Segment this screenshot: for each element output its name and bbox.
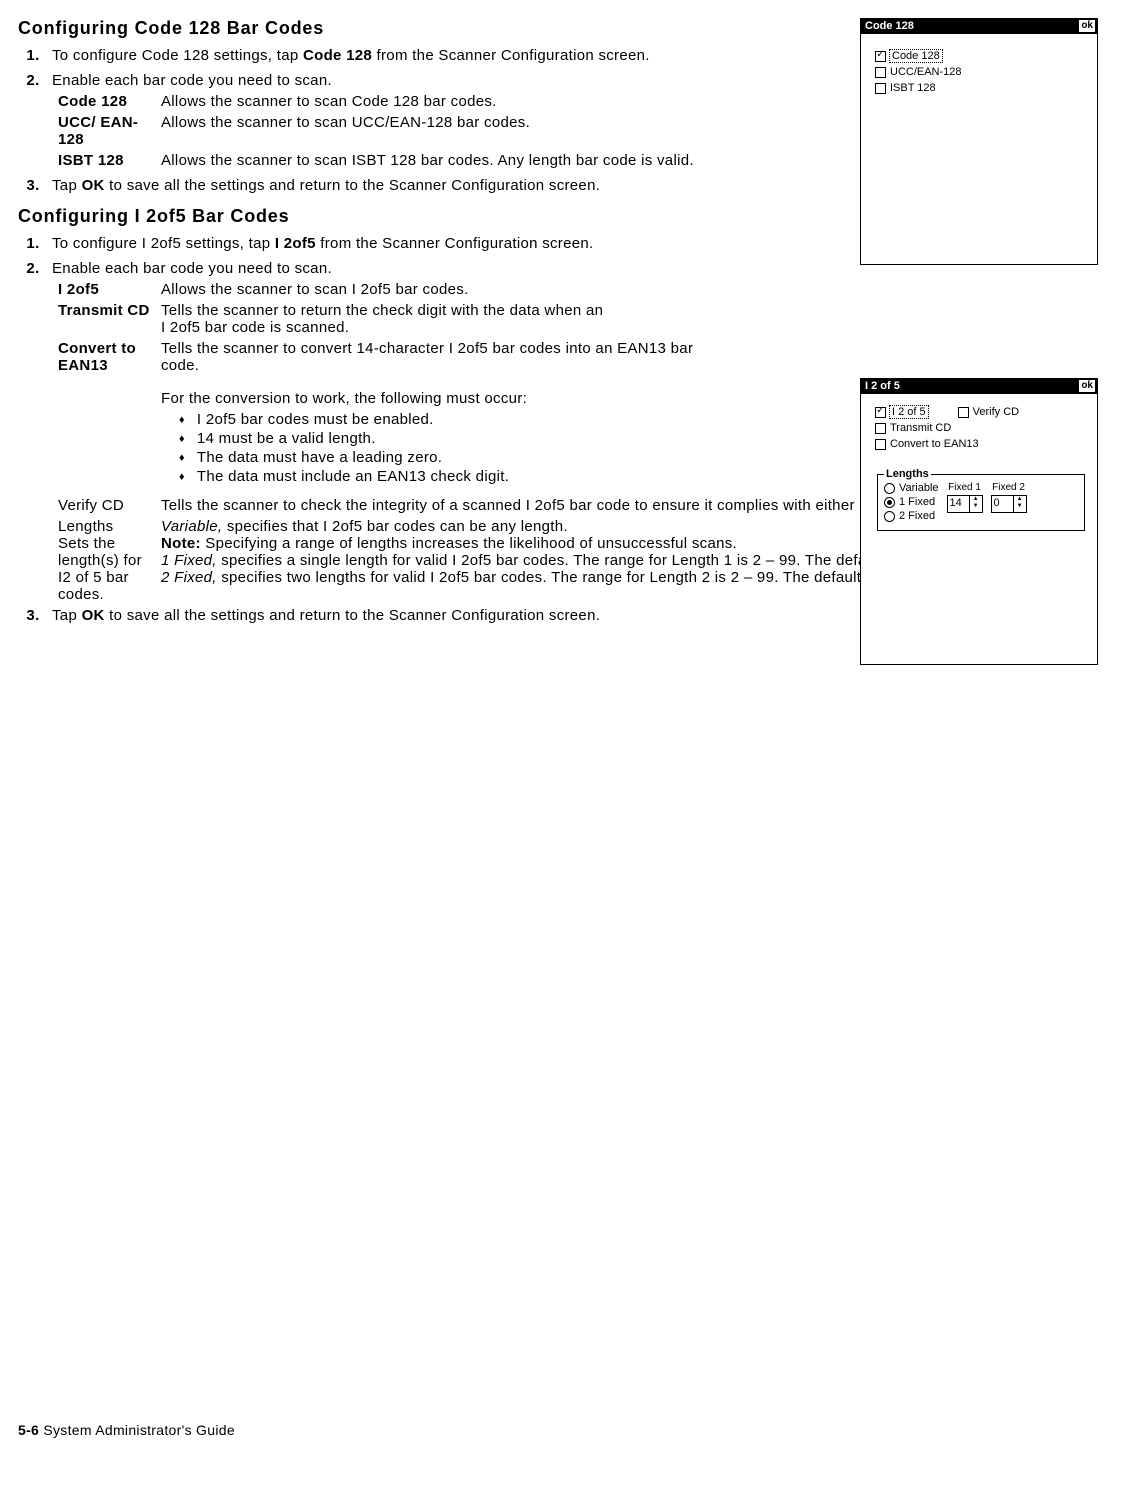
lengths-fieldset: Lengths Variable 1 Fixed 2 Fixed Fixed 1… [877,468,1085,531]
window-titlebar: Code 128 ok [861,19,1097,34]
def-label: I 2of5 [58,281,153,298]
fixed2-stepper[interactable]: 0 ▲▼ [991,495,1027,513]
stepper-arrows-icon[interactable]: ▲▼ [1013,496,1026,512]
stepper-arrows-icon[interactable]: ▲▼ [969,496,982,512]
code128-screenshot: Code 128 ok Code 128 UCC/EAN-128 ISBT 12… [860,18,1098,265]
checkbox-label: Verify CD [973,406,1019,418]
checkbox-row-verifycd[interactable]: Verify CD [958,406,1019,418]
checkbox-row-i2of5[interactable]: I 2 of 5 [875,406,928,418]
ok-button[interactable]: ok [1079,20,1095,32]
checkbox-label: Transmit CD [890,422,951,434]
radio-icon[interactable] [884,497,895,508]
checkbox-label: Code 128 [890,50,942,62]
conversion-bullets: I 2of5 bar codes must be enabled. 14 mus… [161,411,708,485]
def-desc: Tells the scanner to convert 14-characte… [161,340,708,374]
checkbox-icon[interactable] [958,407,969,418]
checkbox-label: I 2 of 5 [890,406,928,418]
i2of5-screenshot: I 2 of 5 ok I 2 of 5 Verify CD Transmit … [860,378,1098,665]
conversion-note: For the conversion to work, the followin… [161,390,708,493]
window-title: Code 128 [865,20,914,32]
window-body: I 2 of 5 Verify CD Transmit CD Convert t… [861,394,1097,664]
radio-2fixed[interactable]: 2 Fixed [884,510,939,522]
def-label-lengths: Lengths Sets the length(s) for I2 of 5 b… [58,518,153,603]
ok-button[interactable]: ok [1079,380,1095,392]
checkbox-icon[interactable] [875,407,886,418]
step-1: To configure I 2of5 settings, tap I 2of5… [44,235,702,252]
fixed2-label: Fixed 2 [992,482,1025,493]
fixed2-value: 0 [992,496,1013,512]
checkbox-label: UCC/EAN-128 [890,66,962,78]
def-desc: Tells the scanner to return the check di… [161,302,708,336]
checkbox-icon[interactable] [875,423,886,434]
checkbox-row-convertean13[interactable]: Convert to EAN13 [875,438,1087,450]
radio-variable[interactable]: Variable [884,482,939,494]
fixed1-value: 14 [948,496,969,512]
checkbox-icon[interactable] [875,439,886,450]
fixed1-stepper[interactable]: 14 ▲▼ [947,495,983,513]
checkbox-icon[interactable] [875,83,886,94]
def-desc: Allows the scanner to scan Code 128 bar … [161,93,702,110]
checkbox-label: Convert to EAN13 [890,438,979,450]
def-label: ISBT 128 [58,152,153,169]
def-desc: Allows the scanner to scan UCC/EAN-128 b… [161,114,702,148]
def-label: Convert to EAN13 [58,340,153,374]
def-label: Verify CD [58,497,153,514]
step-1: To configure Code 128 settings, tap Code… [44,47,702,64]
radio-icon[interactable] [884,483,895,494]
def-desc: Allows the scanner to scan ISBT 128 bar … [161,152,702,169]
checkbox-row-isbt128[interactable]: ISBT 128 [875,82,1087,94]
radio-icon[interactable] [884,511,895,522]
window-titlebar: I 2 of 5 ok [861,379,1097,394]
window-body: Code 128 UCC/EAN-128 ISBT 128 [861,34,1097,264]
checkbox-label: ISBT 128 [890,82,936,94]
step-2: Enable each bar code you need to scan. C… [44,72,702,169]
checkbox-row-code128[interactable]: Code 128 [875,50,1087,62]
def-label: UCC/ EAN-128 [58,114,153,148]
fixed1-label: Fixed 1 [948,482,981,493]
checkbox-icon[interactable] [875,67,886,78]
def-label: Code 128 [58,93,153,110]
lengths-legend: Lengths [884,468,931,480]
radio-1fixed[interactable]: 1 Fixed [884,496,939,508]
page-footer: 5-6 System Administrator's Guide [18,1422,235,1438]
step-3: Tap OK to save all the settings and retu… [44,177,702,194]
checkbox-row-transmitcd[interactable]: Transmit CD [875,422,1087,434]
checkbox-row-uccean128[interactable]: UCC/EAN-128 [875,66,1087,78]
def-label: Transmit CD [58,302,153,336]
window-title: I 2 of 5 [865,380,900,392]
checkbox-icon[interactable] [875,51,886,62]
def-desc: Allows the scanner to scan I 2of5 bar co… [161,281,708,298]
